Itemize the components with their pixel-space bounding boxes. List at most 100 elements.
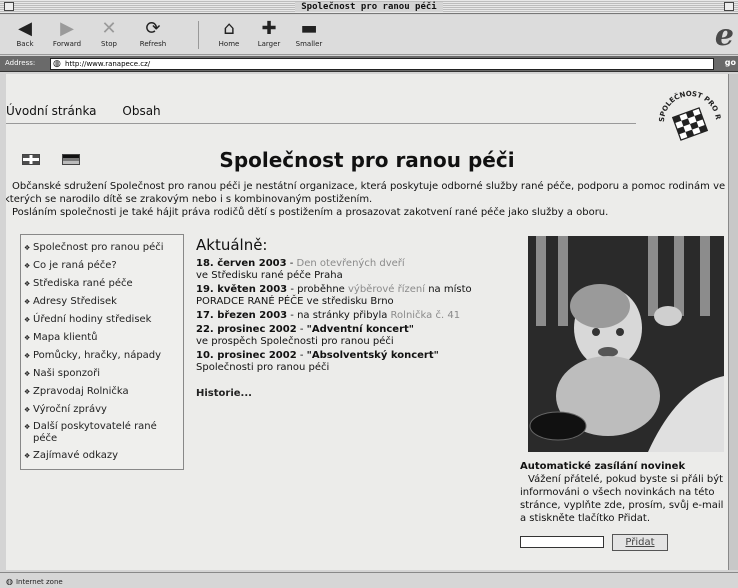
bullet-icon: ❖	[24, 316, 31, 324]
smaller-button[interactable]: ▬ Smaller	[288, 18, 330, 48]
news-link[interactable]: výběrové řízení	[348, 284, 425, 295]
window-title: Společnost pro ranou péči	[0, 0, 738, 14]
sidebar-item-label: Zpravodaj Rolnička	[33, 386, 129, 397]
stop-icon: ✕	[101, 18, 117, 39]
address-input[interactable]: ◍ http://www.ranapece.cz/	[50, 58, 714, 70]
refresh-label: Refresh	[139, 40, 167, 48]
bullet-icon: ❖	[24, 262, 31, 270]
news-link[interactable]: "Adventní koncert"	[307, 324, 414, 335]
news-sep: - na stránky přibyla	[287, 310, 391, 321]
stop-button[interactable]: ✕ Stop	[88, 18, 130, 48]
sidebar-item-label: Společnost pro ranou péči	[33, 242, 164, 253]
child-photo	[528, 236, 724, 452]
window-titlebar[interactable]: Společnost pro ranou péči	[0, 0, 738, 14]
minus-icon: ▬	[300, 18, 318, 39]
news-link[interactable]: Den otevřených dveří	[297, 258, 405, 269]
address-label: Address:	[5, 59, 36, 67]
news-sep: -	[296, 350, 307, 361]
news-entry: 17. březen 2003 - na stránky přibyla Rol…	[196, 310, 516, 322]
newsletter-add-button[interactable]: Přidat	[612, 534, 668, 551]
bullet-icon: ❖	[24, 406, 31, 414]
sidebar-item-vyrocni-zpravy[interactable]: ❖ Výroční zprávy	[24, 401, 180, 419]
sidebar-item-label: Adresy Středisek	[33, 296, 117, 307]
sidebar-item-spolecnost[interactable]: ❖ Společnost pro ranou péči	[24, 239, 180, 257]
globe-icon: ◍	[6, 577, 13, 586]
news-date: 10. prosinec 2002	[196, 350, 297, 361]
news-sep: -	[286, 258, 297, 269]
sidebar-item-co-je-rana-pece[interactable]: ❖ Co je raná péče?	[24, 257, 180, 275]
news-sep: -	[296, 324, 307, 335]
forward-label: Forward	[52, 40, 82, 48]
news-text: ve Středisku rané péče Praha	[196, 270, 343, 281]
security-zone: ◍ Internet zone	[6, 577, 63, 586]
newsletter-title: Automatické zasílání novinek	[520, 461, 686, 472]
status-bar: ◍ Internet zone	[0, 572, 738, 588]
sidebar-item-dalsi-poskytovatele[interactable]: ❖ Další poskytovatelé rané péče	[24, 421, 180, 445]
sidebar-item-sponzori[interactable]: ❖ Naši sponzoři	[24, 365, 180, 383]
window-title-text: Společnost pro ranou péči	[295, 2, 443, 12]
organization-logo: SPOLEČNOST PRO RANOU PÉČI	[654, 82, 722, 141]
refresh-button[interactable]: ⟳ Refresh	[132, 18, 174, 48]
bullet-icon: ❖	[24, 352, 31, 360]
page-globe-icon: ◍	[53, 59, 61, 69]
smaller-label: Smaller	[295, 40, 323, 48]
news-section: Aktuálně: 18. červen 2003 - Den otevřený…	[196, 236, 516, 399]
sidebar-item-adresy[interactable]: ❖ Adresy Středisek	[24, 293, 180, 311]
sidebar-item-zpravodaj[interactable]: ❖ Zpravodaj Rolnička	[24, 383, 180, 401]
vertical-scrollbar[interactable]	[728, 74, 738, 570]
sidebar-item-zajimave-odkazy[interactable]: ❖ Zajímavé odkazy	[24, 447, 180, 465]
sidebar-item-label: Naši sponzoři	[33, 368, 101, 379]
back-label: Back	[16, 40, 34, 48]
forward-button[interactable]: ▶ Forward	[46, 18, 88, 48]
news-date: 22. prosinec 2002	[196, 324, 297, 335]
top-navigation: Úvodní stránka Obsah	[6, 104, 183, 118]
home-button[interactable]: ⌂ Home	[208, 18, 250, 48]
nav-contents-link[interactable]: Obsah	[122, 104, 160, 118]
page-content: Úvodní stránka Obsah SPOLEČNOST PRO RANO…	[6, 74, 728, 570]
bullet-icon: ❖	[24, 298, 31, 306]
history-link[interactable]: Historie...	[196, 388, 516, 399]
bullet-icon: ❖	[24, 370, 31, 378]
toolbar-separator	[198, 21, 199, 49]
newsletter-form: Přidat	[520, 534, 728, 552]
news-date: 18. červen 2003	[196, 258, 287, 269]
news-text: Společnosti pro ranou péči	[196, 362, 330, 373]
sidebar-item-label: Pomůcky, hračky, nápady	[33, 350, 162, 361]
address-bar: Address: ◍ http://www.ranapece.cz/ go	[0, 56, 738, 72]
newsletter-section: Automatické zasílání novinek Vážení přát…	[520, 460, 728, 525]
home-icon: ⌂	[223, 18, 235, 39]
news-date: 17. březen 2003	[196, 310, 288, 321]
news-sep: - proběhne	[287, 284, 348, 295]
nav-home-link[interactable]: Úvodní stránka	[6, 104, 97, 118]
intro-text: Občanské sdružení Společnost pro ranou p…	[6, 180, 728, 219]
larger-button[interactable]: ✚ Larger	[248, 18, 290, 48]
back-arrow-icon: ◀	[18, 18, 32, 39]
news-link[interactable]: "Absolventský koncert"	[307, 350, 439, 361]
news-entry: 22. prosinec 2002 - "Adventní koncert" v…	[196, 324, 516, 348]
sidebar-item-strediska[interactable]: ❖ Střediska rané péče	[24, 275, 180, 293]
plus-icon: ✚	[261, 18, 277, 39]
bullet-icon: ❖	[24, 244, 31, 252]
bullet-icon: ❖	[24, 452, 31, 460]
zoom-box[interactable]	[724, 2, 734, 11]
sidebar-menu: ❖ Společnost pro ranou péči ❖ Co je raná p…	[20, 234, 184, 470]
address-url: http://www.ranapece.cz/	[65, 60, 151, 68]
intro-paragraph-2: Posláním společnosti je také hájit práva…	[12, 207, 609, 218]
sidebar-item-mapa-klientu[interactable]: ❖ Mapa klientů	[24, 329, 180, 347]
stop-label: Stop	[101, 40, 117, 48]
sidebar-item-label: Zajímavé odkazy	[33, 450, 119, 461]
refresh-icon: ⟳	[145, 18, 161, 39]
back-button[interactable]: ◀ Back	[4, 18, 46, 48]
sidebar-item-label: Co je raná péče?	[33, 260, 117, 271]
news-link[interactable]: Rolnička č. 41	[391, 310, 461, 321]
news-text: ve prospěch Společnosti pro ranou péči	[196, 336, 394, 347]
news-date: 19. květen 2003	[196, 284, 288, 295]
sidebar-item-label: Mapa klientů	[33, 332, 98, 343]
nav-divider	[6, 123, 636, 124]
go-button[interactable]: go	[725, 58, 736, 67]
news-entry: 18. červen 2003 - Den otevřených dveří v…	[196, 258, 516, 282]
newsletter-email-input[interactable]	[520, 536, 604, 548]
bullet-icon: ❖	[24, 334, 31, 342]
sidebar-item-uredni-hodiny[interactable]: ❖ Úřední hodiny středisek	[24, 311, 180, 329]
sidebar-item-pomucky[interactable]: ❖ Pomůcky, hračky, nápady	[24, 347, 180, 365]
